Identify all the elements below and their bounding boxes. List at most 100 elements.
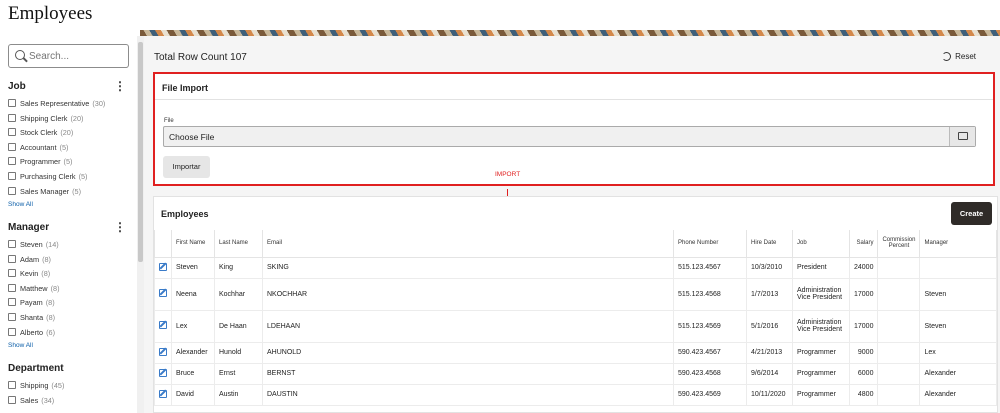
table-cell: Programmer [792, 362, 850, 385]
facet-option[interactable]: Shanta (8) [8, 311, 130, 326]
column-header[interactable]: Manager [919, 230, 997, 258]
table-cell: DAUSTIN [262, 383, 674, 406]
edit-icon[interactable] [159, 289, 167, 297]
column-header[interactable]: First Name [171, 230, 215, 258]
column-header[interactable]: Email [262, 230, 674, 258]
facet-menu-icon[interactable]: ⋮ [114, 80, 126, 92]
option-label: Accountant [20, 142, 57, 152]
table-header-row: First Name Last Name Email Phone Number … [154, 230, 997, 258]
table-cell: 9/6/2014 [746, 362, 793, 385]
column-header[interactable]: Commission Percent [877, 230, 921, 258]
folder-icon [958, 132, 968, 140]
table-cell: AHUNOLD [262, 341, 674, 364]
reset-label: Reset [955, 52, 976, 61]
table-cell: Steven [171, 256, 215, 279]
facet-option[interactable]: Payam (8) [8, 296, 130, 311]
checkbox[interactable] [8, 269, 16, 278]
edit-icon[interactable] [159, 347, 167, 356]
scrollbar-thumb[interactable] [138, 42, 143, 262]
table-cell: 17000 [848, 277, 879, 311]
search-box[interactable] [8, 44, 129, 68]
facet-option[interactable]: Matthew (8) [8, 282, 130, 297]
checkbox[interactable] [8, 99, 16, 107]
table-cell: President [792, 256, 850, 279]
total-row-count: Total Row Count 107 [154, 52, 247, 63]
column-header[interactable]: Last Name [214, 230, 263, 258]
facet-menu-icon[interactable]: ⋮ [114, 221, 126, 233]
file-import-region: File Import File Choose File Importar [153, 72, 995, 186]
table-row: David Austin DAUSTIN 590.423.4569 10/11/2020… [154, 383, 997, 406]
edit-icon[interactable] [159, 321, 167, 329]
checkbox[interactable] [8, 171, 16, 180]
checkbox[interactable] [8, 254, 16, 263]
facet-option[interactable]: Stock Clerk (20) [8, 126, 130, 141]
facet-option[interactable]: Sales Manager (5) [8, 185, 130, 200]
facet-option[interactable]: Steven (14) [8, 238, 130, 253]
column-header[interactable]: Phone Number [673, 230, 747, 258]
table-cell: NKOCHHAR [262, 277, 674, 311]
checkbox[interactable] [8, 381, 16, 389]
edit-icon[interactable] [159, 389, 167, 398]
search-icon [15, 50, 25, 60]
checkbox[interactable] [8, 128, 16, 137]
column-header[interactable]: Hire Date [746, 230, 793, 258]
checkbox[interactable] [8, 142, 16, 151]
table-cell: Kochhar [214, 277, 263, 311]
employees-table: First Name Last Name Email Phone Number … [154, 230, 997, 406]
checkbox[interactable] [8, 298, 16, 307]
show-all-link[interactable]: Show All [8, 342, 130, 349]
main-content: Total Row Count 107 Reset File Import Fi… [144, 36, 1000, 413]
table-row: Neena Kochhar NKOCHHAR 515.123.4568 1/7/2013… [154, 277, 997, 311]
edit-icon[interactable] [159, 262, 167, 271]
facet-option[interactable]: Programmer (5) [8, 155, 130, 170]
edit-cell [154, 256, 172, 279]
facet-option[interactable]: Purchasing Clerk (5) [8, 170, 130, 185]
checkbox[interactable] [8, 312, 16, 321]
facet-option[interactable]: Sales (34) [8, 394, 130, 409]
table-row: Alexander Hunold AHUNOLD 590.423.4567 4/21/2… [154, 341, 997, 364]
facet-option[interactable]: Sales Representative (30) [8, 97, 130, 112]
search-input[interactable] [29, 48, 125, 64]
facet-option[interactable]: Shipping (45) [8, 379, 130, 394]
browse-button[interactable] [949, 127, 975, 146]
checkbox[interactable] [8, 113, 16, 122]
checkbox[interactable] [8, 186, 16, 195]
edit-cell [154, 383, 172, 406]
facet-option[interactable]: Kevin (8) [8, 267, 130, 282]
checkbox[interactable] [8, 395, 16, 404]
facet-option[interactable]: Alberto (6) [8, 326, 130, 341]
facet-title: Department [8, 363, 64, 374]
show-all-link[interactable]: Show All [8, 201, 130, 208]
reset-button[interactable]: Reset [942, 52, 976, 61]
edit-icon[interactable] [159, 368, 167, 377]
option-count: (20) [60, 128, 74, 138]
option-count: (8) [46, 312, 56, 322]
table-cell: Hunold [214, 341, 263, 364]
table-cell: Administration Vice President [792, 277, 850, 311]
option-label: Shipping [20, 381, 49, 390]
import-button[interactable]: Importar [163, 156, 210, 178]
edit-cell [154, 309, 172, 343]
column-header[interactable]: Salary [848, 230, 879, 258]
table-cell: Administration Vice President [792, 309, 850, 343]
facet-option[interactable]: Adam (8) [8, 253, 130, 268]
table-cell: Alexander [919, 362, 997, 385]
file-label: File [164, 118, 174, 124]
checkbox[interactable] [8, 327, 16, 336]
file-input[interactable]: Choose File [163, 126, 976, 147]
facet-option[interactable]: Shipping Clerk (20) [8, 112, 130, 127]
table-cell: 5/1/2016 [746, 309, 793, 343]
table-cell: 590.423.4568 [673, 362, 747, 385]
checkbox[interactable] [8, 157, 16, 166]
checkbox[interactable] [8, 240, 16, 248]
checkbox[interactable] [8, 283, 16, 292]
edit-cell [154, 277, 172, 311]
option-count: (5) [59, 142, 69, 152]
create-button[interactable]: Create [951, 202, 992, 225]
table-cell: Bruce [171, 362, 215, 385]
table-cell: Programmer [792, 341, 850, 364]
region-title: File Import [155, 74, 993, 100]
sidebar-scrollbar[interactable] [137, 36, 144, 413]
facet-option[interactable]: Accountant (5) [8, 141, 130, 156]
column-header[interactable]: Job [792, 230, 850, 258]
